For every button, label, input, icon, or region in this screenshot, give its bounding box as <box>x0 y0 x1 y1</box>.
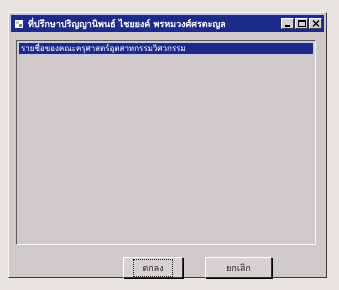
maximize-button[interactable] <box>295 18 308 29</box>
ok-button-label: ตกลง <box>133 258 173 277</box>
item-listbox[interactable]: รายชื่อของคณะครุศาสตร์อุตสาหกรรมวิศวกรรม <box>16 40 316 245</box>
list-item[interactable]: รายชื่อของคณะครุศาสตร์อุตสาหกรรมวิศวกรรม <box>19 43 313 54</box>
title-bar[interactable]: ที่ปรึกษาปริญญานิพนธ์ ไชยยงค์ พรหมวงศ์ศร… <box>11 15 324 32</box>
minimize-icon <box>284 25 290 27</box>
minimize-button[interactable] <box>281 18 294 29</box>
window-title: ที่ปรึกษาปริญญานิพนธ์ ไชยยงค์ พรหมวงศ์ศร… <box>28 19 226 30</box>
close-icon <box>312 20 319 27</box>
cancel-button-label: ยกเลิก <box>226 263 251 274</box>
window-controls <box>281 18 322 29</box>
ok-button[interactable]: ตกลง <box>123 257 183 278</box>
dialog-window: ที่ปรึกษาปริญญานิพนธ์ ไชยยงค์ พรหมวงศ์ศร… <box>8 12 327 278</box>
app-icon <box>14 19 24 29</box>
maximize-icon <box>297 20 306 27</box>
close-button[interactable] <box>309 18 322 29</box>
cancel-button[interactable]: ยกเลิก <box>205 257 272 278</box>
